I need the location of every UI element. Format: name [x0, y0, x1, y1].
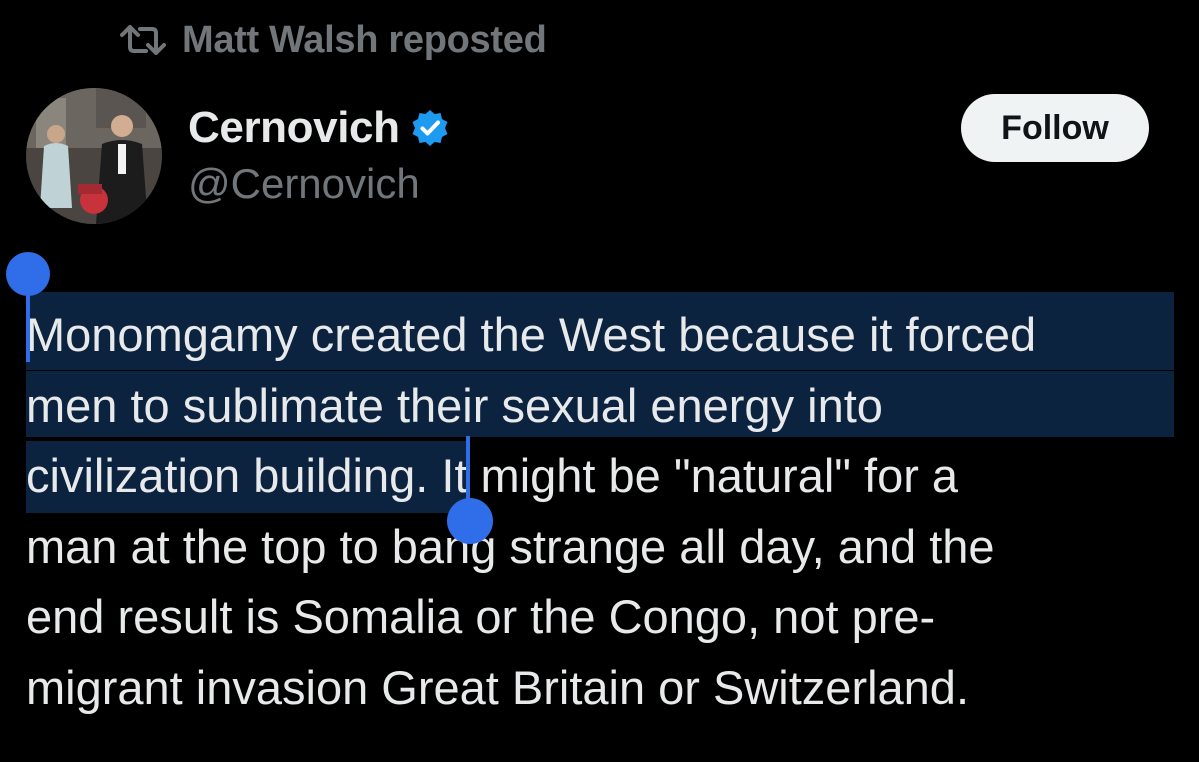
author-name-row[interactable]: Cernovich	[188, 100, 450, 156]
selection-end-knob[interactable]	[447, 498, 493, 544]
verified-badge-icon	[410, 108, 450, 148]
selection-start-handle[interactable]	[6, 252, 50, 362]
author-display-name[interactable]: Cernovich	[188, 103, 400, 153]
tweet-line-5: end result is Somalia or the Congo, not …	[26, 590, 936, 643]
avatar[interactable]	[26, 88, 162, 224]
selection-start-stem	[26, 286, 30, 362]
repost-icon	[120, 23, 166, 57]
follow-button[interactable]: Follow	[961, 94, 1149, 162]
tweet-text[interactable]: Monomgamy created the West because it fo…	[26, 292, 1176, 723]
repost-label[interactable]: Matt Walsh reposted	[182, 19, 547, 62]
author-handle[interactable]: @Cernovich	[188, 160, 450, 208]
repost-context[interactable]: Matt Walsh reposted	[120, 14, 547, 66]
tweet-line-2: men to sublimate their sexual energy int…	[26, 370, 1176, 442]
tweet-line-1: Monomgamy created the West because it fo…	[26, 292, 1176, 371]
tweet-line-6: migrant invasion Great Britain or Switze…	[26, 660, 970, 714]
tweet-line-3: civilization building. It might be "natu…	[26, 441, 1176, 513]
tweet-line-4: man at the top to bang strange all day, …	[26, 519, 995, 573]
author-info[interactable]: Cernovich @Cernovich	[188, 100, 450, 208]
